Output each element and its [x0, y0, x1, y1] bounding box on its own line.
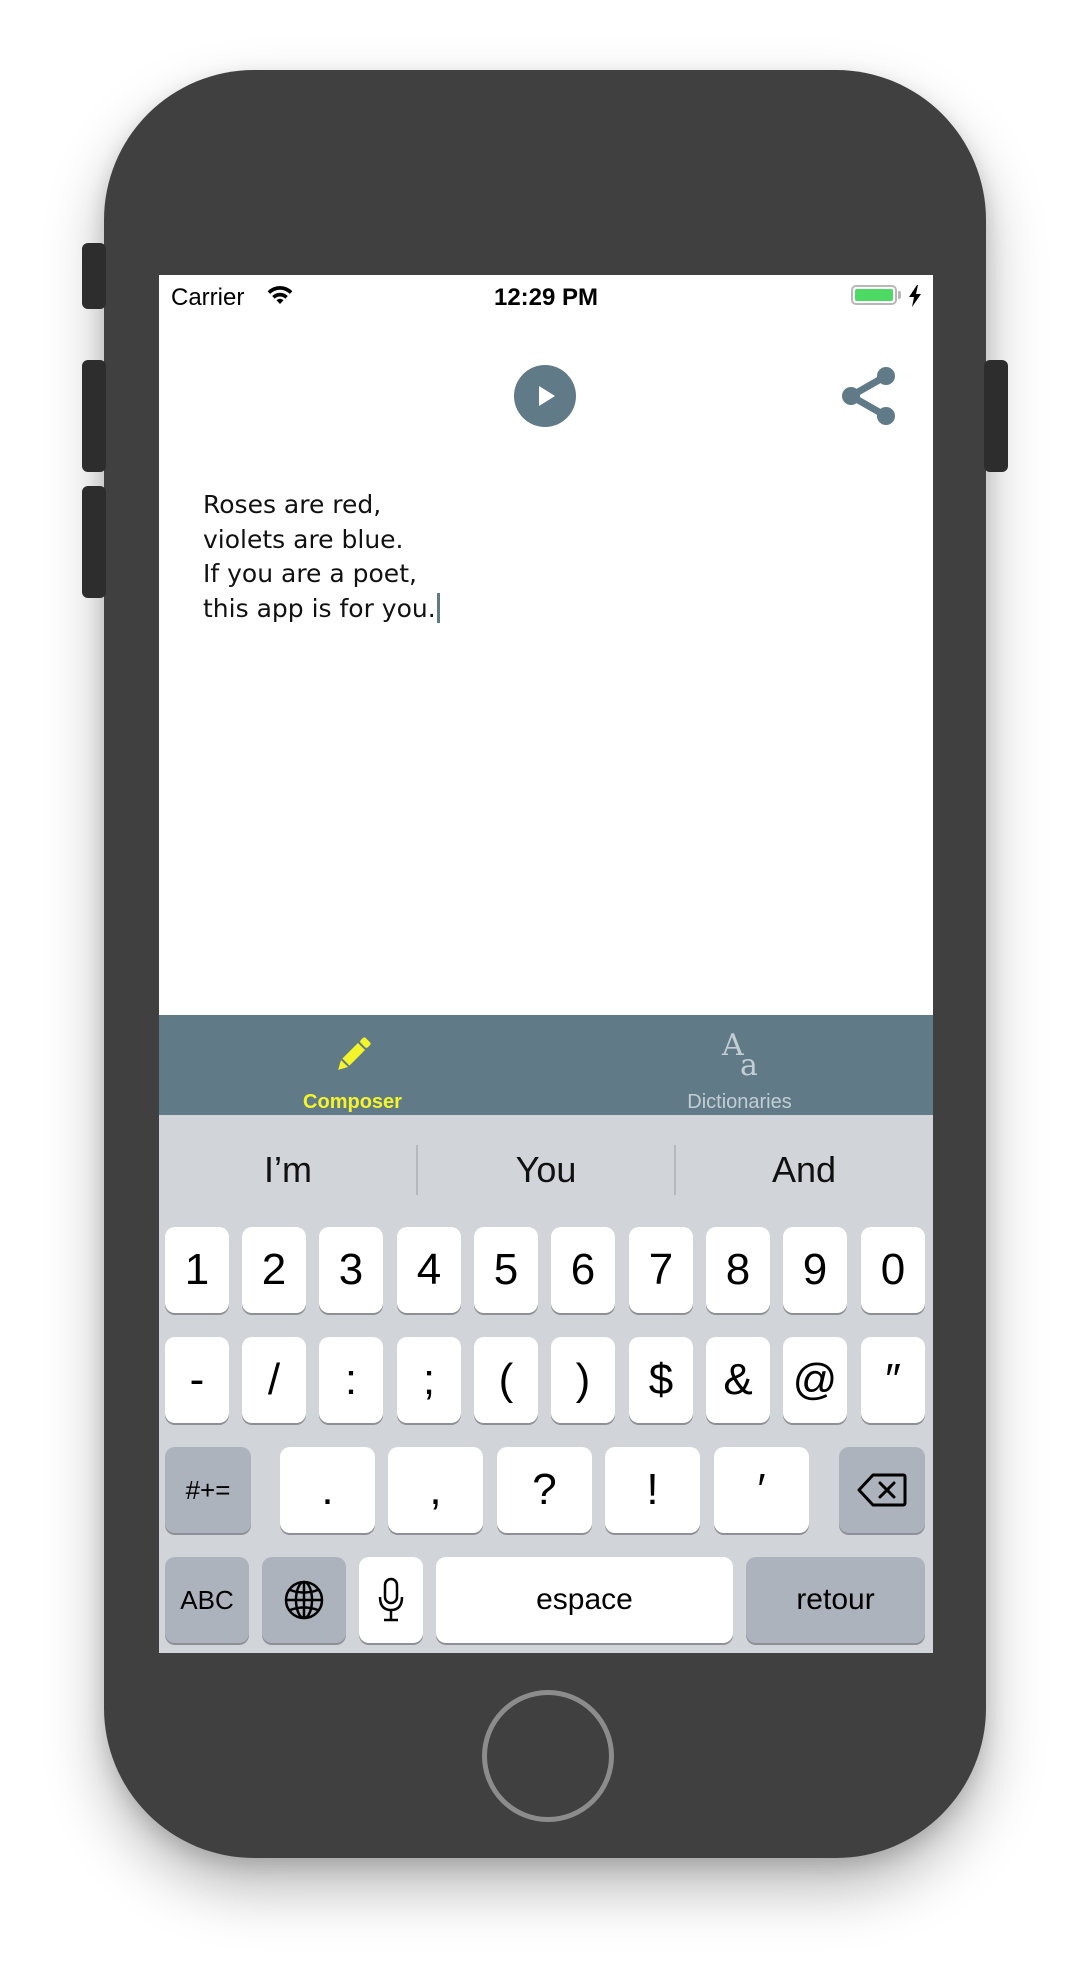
key-9[interactable]: 9	[783, 1227, 847, 1313]
suggestion-item[interactable]: You	[417, 1115, 675, 1225]
key-5[interactable]: 5	[474, 1227, 538, 1313]
battery-level	[855, 289, 893, 301]
globe-icon	[284, 1580, 324, 1620]
key-open-paren[interactable]: (	[474, 1337, 538, 1423]
share-button[interactable]	[834, 361, 904, 431]
tab-dictionaries-label: Dictionaries	[687, 1091, 792, 1113]
play-button[interactable]	[514, 365, 576, 427]
screen: Carrier 12:29 PM Roses are red, violets …	[159, 275, 933, 1653]
suggestion-item[interactable]: And	[675, 1115, 933, 1225]
tab-composer[interactable]: Composer	[159, 1015, 546, 1115]
key-semicolon[interactable]: ;	[397, 1337, 461, 1423]
return-key[interactable]: retour	[746, 1557, 925, 1643]
key-at[interactable]: @	[783, 1337, 847, 1423]
clock: 12:29 PM	[493, 284, 599, 311]
composer-text-area[interactable]: Roses are red, violets are blue. If you …	[203, 488, 440, 626]
poem-line-text: this app is for you.	[203, 593, 436, 623]
key-question[interactable]: ?	[497, 1447, 592, 1533]
tab-dictionaries[interactable]: A a Dictionaries	[546, 1015, 933, 1115]
key-hyphen[interactable]: -	[165, 1337, 229, 1423]
share-icon	[842, 367, 895, 425]
pencil-icon	[159, 1031, 546, 1079]
microphone-icon	[378, 1577, 404, 1622]
volume-up-button	[82, 360, 106, 472]
silent-switch	[82, 243, 106, 309]
key-exclamation[interactable]: !	[605, 1447, 700, 1533]
poem-line-last: this app is for you.	[203, 592, 440, 627]
globe-key[interactable]	[262, 1557, 346, 1643]
suggestion-bar: I’m You And	[159, 1115, 933, 1225]
home-button[interactable]	[482, 1690, 614, 1822]
key-slash[interactable]: /	[242, 1337, 306, 1423]
volume-down-button	[82, 486, 106, 598]
key-1[interactable]: 1	[165, 1227, 229, 1313]
suggestion-item[interactable]: I’m	[159, 1115, 417, 1225]
space-key[interactable]: espace	[436, 1557, 733, 1643]
key-comma[interactable]: ,	[388, 1447, 483, 1533]
play-icon	[539, 386, 555, 406]
key-colon[interactable]: :	[319, 1337, 383, 1423]
key-8[interactable]: 8	[706, 1227, 770, 1313]
battery-tip	[898, 291, 901, 299]
status-bar: Carrier 12:29 PM	[159, 275, 933, 321]
tab-composer-label: Composer	[303, 1091, 402, 1113]
poem-line: If you are a poet,	[203, 559, 417, 588]
backspace-key[interactable]	[839, 1447, 925, 1533]
text-cursor	[436, 592, 440, 623]
key-dollar[interactable]: $	[629, 1337, 693, 1423]
key-ampersand[interactable]: &	[706, 1337, 770, 1423]
font-size-icon-small: a	[740, 1048, 758, 1083]
key-7[interactable]: 7	[629, 1227, 693, 1313]
lightning-bolt-icon	[908, 285, 922, 312]
microphone-key[interactable]	[359, 1557, 423, 1643]
tab-bar: Composer A a Dictionaries	[159, 1015, 933, 1115]
key-apostrophe[interactable]: ′	[714, 1447, 809, 1533]
key-close-paren[interactable]: )	[551, 1337, 615, 1423]
key-more-symbols[interactable]: #+=	[165, 1447, 251, 1533]
poem-line: violets are blue.	[203, 524, 404, 554]
battery-icon	[851, 285, 897, 305]
key-3[interactable]: 3	[319, 1227, 383, 1313]
key-period[interactable]: .	[280, 1447, 375, 1533]
key-6[interactable]: 6	[551, 1227, 615, 1313]
poem-line: Roses are red,	[203, 490, 382, 519]
power-button	[984, 360, 1008, 472]
key-2[interactable]: 2	[242, 1227, 306, 1313]
backspace-icon	[857, 1473, 907, 1507]
key-double-quote[interactable]: ″	[861, 1337, 925, 1423]
keyboard: I’m You And 1 2 3 4 5 6 7 8 9 0 - / : ; …	[159, 1115, 933, 1653]
key-abc[interactable]: ABC	[165, 1557, 249, 1643]
key-4[interactable]: 4	[397, 1227, 461, 1313]
key-0[interactable]: 0	[861, 1227, 925, 1313]
